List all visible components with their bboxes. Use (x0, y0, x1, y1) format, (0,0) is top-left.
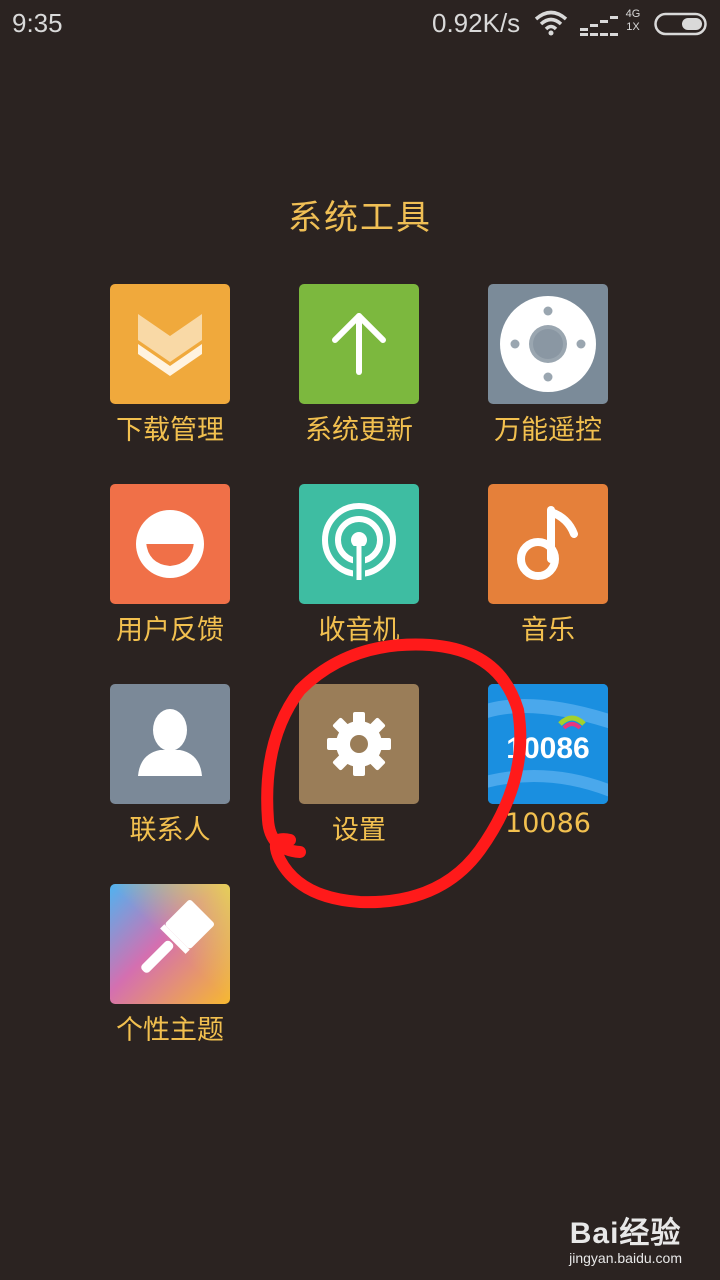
app-label: 个性主题 (116, 1015, 224, 1046)
app-label: 下载管理 (116, 415, 224, 446)
china-mobile-10086-icon: 10086 (488, 684, 608, 804)
network-type-bottom: 1X (626, 21, 640, 33)
app-label: 10086 (505, 808, 591, 839)
app-label: 万能遥控 (494, 415, 602, 446)
network-type: 4G 1X (622, 8, 644, 34)
app-radio[interactable]: 收音机 (269, 484, 449, 664)
app-label: 收音机 (318, 615, 400, 646)
app-label: 联系人 (129, 815, 211, 846)
app-10086[interactable]: 10086 10086 (458, 684, 638, 864)
app-label: 设置 (332, 815, 386, 846)
smiley-face-icon (110, 484, 230, 604)
app-system-update[interactable]: 系统更新 (269, 284, 449, 464)
watermark-url: jingyan.baidu.com (569, 1250, 682, 1266)
app-music[interactable]: 音乐 (458, 484, 638, 664)
battery-icon (654, 12, 708, 41)
remote-control-icon (488, 284, 608, 404)
baidu-jingyan-watermark: Bai经验 jingyan.baidu.com (569, 1208, 682, 1266)
watermark-logo: Bai经验 (569, 1217, 682, 1250)
app-label: 用户反馈 (116, 615, 224, 646)
gear-icon (299, 684, 419, 804)
app-themes[interactable]: 个性主题 (80, 884, 260, 1064)
app-label: 音乐 (521, 615, 575, 646)
network-speed: 0.92K/s (432, 8, 521, 38)
signal-icon (580, 14, 620, 41)
status-time: 9:35 (12, 8, 63, 38)
paint-brush-icon (110, 884, 230, 1004)
arrow-up-icon (299, 284, 419, 404)
app-label: 系统更新 (305, 415, 413, 446)
radio-broadcast-icon (299, 484, 419, 604)
app-user-feedback[interactable]: 用户反馈 (80, 484, 260, 664)
app-settings[interactable]: 设置 (269, 684, 449, 864)
app-download-manager[interactable]: 下载管理 (80, 284, 260, 464)
app-contacts[interactable]: 联系人 (80, 684, 260, 864)
folder-title: 系统工具 (288, 198, 432, 238)
svg-text:10086: 10086 (506, 732, 589, 765)
app-remote-control[interactable]: 万能遥控 (458, 284, 638, 464)
network-type-top: 4G (625, 8, 641, 20)
download-icon (110, 284, 230, 404)
music-note-icon (488, 484, 608, 604)
status-bar: 9:35 0.92K/s 4G 1X (0, 0, 720, 50)
contact-person-icon (110, 684, 230, 804)
wifi-icon (534, 10, 568, 41)
